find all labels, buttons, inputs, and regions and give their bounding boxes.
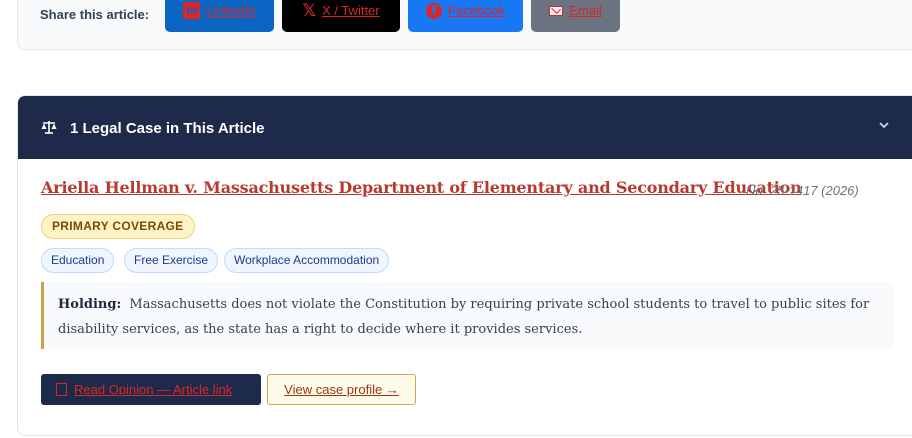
holding-label: Holding: [58,297,122,312]
topic-tag[interactable]: Education [41,248,115,273]
case-title-link[interactable]: Ariella Hellman v. Massachusetts Departm… [41,178,802,197]
share-email-label: Email [569,3,602,18]
holding-text: Massachusetts does not violate the Const… [58,297,870,337]
read-opinion-button[interactable]: Read Opinion — Article link [41,374,261,405]
share-facebook-label: Facebook [447,3,506,18]
x-icon: 𝕏 [302,0,317,21]
facebook-icon: f [425,2,442,19]
legal-cases-title: 1 Legal Case in This Article [70,120,265,137]
scale-icon [41,121,57,134]
share-linkedin-label: LinkedIn [206,3,256,18]
primary-coverage-badge: PRIMARY COVERAGE [41,214,195,239]
document-icon [56,383,67,396]
share-twitter-button[interactable]: 𝕏 X / Twitter [282,0,400,32]
view-case-profile-button[interactable]: View case profile → [267,374,416,405]
case-docket: No. 25-1417 (2026) [746,183,859,198]
topic-tag[interactable]: Free Exercise [124,248,219,273]
share-email-button[interactable]: Email [531,0,620,32]
mail-icon [549,5,564,16]
linkedin-icon: in [183,2,201,19]
chevron-down-icon[interactable] [878,120,890,130]
legal-cases-panel: 1 Legal Case in This Article Ariella Hel… [17,95,912,436]
share-facebook-button[interactable]: f Facebook [408,0,523,32]
share-twitter-label: X / Twitter [322,3,380,18]
read-opinion-label: Read Opinion — Article link [74,382,233,397]
share-label: Share this article: [40,7,150,22]
legal-cases-header[interactable]: 1 Legal Case in This Article [18,96,912,159]
holding-box: Holding: Massachusetts does not violate … [41,282,893,349]
topic-tag[interactable]: Workplace Accommodation [224,248,390,273]
share-linkedin-button[interactable]: in LinkedIn [165,0,274,32]
share-bar: Share this article: in LinkedIn 𝕏 X / Tw… [17,0,912,50]
